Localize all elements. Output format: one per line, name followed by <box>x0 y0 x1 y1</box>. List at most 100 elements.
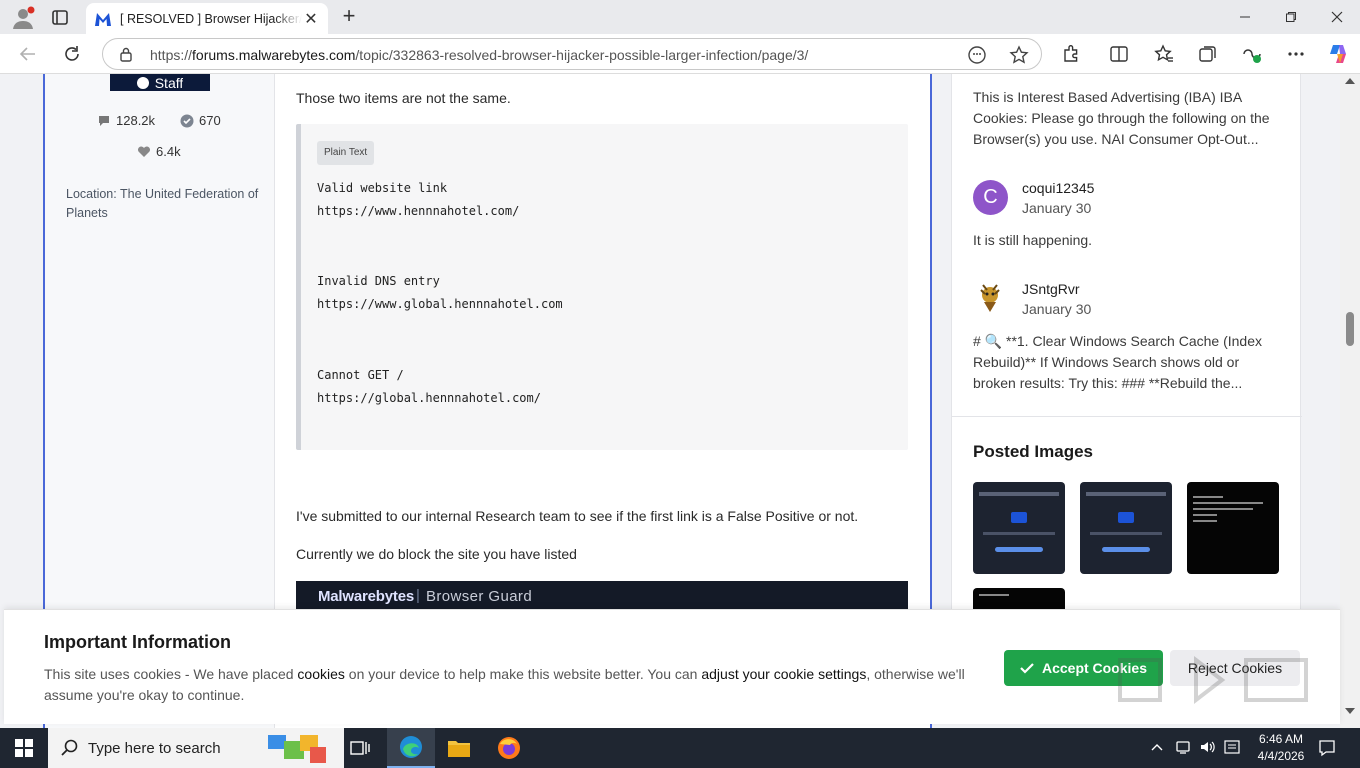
url-prefix: https:// <box>150 47 193 63</box>
divider <box>952 416 1302 417</box>
lock-icon[interactable] <box>119 46 133 62</box>
malwarebytes-logo-icon <box>136 76 149 89</box>
favorite-star-icon[interactable] <box>1009 45 1029 65</box>
favorites-icon[interactable] <box>1148 38 1180 70</box>
firefox-icon[interactable] <box>485 728 533 768</box>
reputation: 6.4k <box>137 144 181 159</box>
collections-icon[interactable] <box>1192 38 1224 70</box>
ime-icon[interactable] <box>1224 739 1242 755</box>
tab-title: [ RESOLVED ] Browser Hijacker/ Possible … <box>120 11 302 26</box>
code-line: https://global.hennnahotel.com/ <box>317 391 541 405</box>
notifications-icon[interactable] <box>1318 739 1336 757</box>
activity-excerpt[interactable]: This is Interest Based Advertising (IBA)… <box>973 87 1283 150</box>
close-window-icon[interactable] <box>1314 0 1360 34</box>
reputation-value: 6.4k <box>156 144 181 159</box>
copilot-icon[interactable] <box>1322 38 1354 70</box>
activity-excerpt[interactable]: It is still happening. <box>973 230 1283 251</box>
extensions-icon[interactable] <box>1055 38 1087 70</box>
staff-badge: Staff <box>110 74 210 91</box>
address-bar[interactable]: https://forums.malwarebytes.com/topic/33… <box>102 38 1042 70</box>
cookie-text-part: This site uses cookies - We have placed <box>44 666 298 682</box>
banner-divider: | <box>416 587 420 604</box>
check-icon <box>1020 663 1034 674</box>
post-date[interactable]: January 30 <box>1022 301 1091 317</box>
tab-actions-icon[interactable] <box>48 7 72 29</box>
task-view-icon[interactable] <box>336 728 384 768</box>
banner-brand: Malwarebytes <box>318 588 414 605</box>
reading-mode-icon[interactable] <box>967 45 987 65</box>
scroll-down-icon[interactable] <box>1345 708 1355 714</box>
split-screen-icon[interactable] <box>1103 38 1135 70</box>
edge-taskbar-icon[interactable] <box>387 728 435 768</box>
posts-count-value: 128.2k <box>116 113 156 128</box>
page-scrollbar[interactable] <box>1340 74 1360 728</box>
sidebar-activity: This is Interest Based Advertising (IBA)… <box>951 74 1302 680</box>
file-explorer-icon[interactable] <box>435 728 483 768</box>
code-block[interactable]: Plain Text Valid website link https://ww… <box>296 124 908 450</box>
clock-time: 6:46 AM <box>1258 732 1304 746</box>
activity-excerpt[interactable]: # 🔍 **1. Clear Windows Search Cache (Ind… <box>973 331 1283 394</box>
cookie-title: Important Information <box>44 632 231 652</box>
username[interactable]: coqui12345 <box>1022 180 1094 196</box>
code-line: Cannot GET / <box>317 368 404 382</box>
staff-badge-label: Staff <box>154 76 184 89</box>
posted-image-thumbnail[interactable] <box>1080 482 1172 574</box>
taskbar-clock[interactable]: 6:46 AM 4/4/2026 <box>1250 731 1312 765</box>
new-tab-icon[interactable]: + <box>338 5 360 28</box>
cookie-banner: Important Information This site uses coo… <box>4 609 1340 724</box>
windows-start-icon[interactable] <box>0 728 48 768</box>
author-location: Location: The United Federation of Plane… <box>66 187 259 220</box>
clock-date: 4/4/2026 <box>1257 749 1305 763</box>
url-path: /topic/332863-resolved-browser-hijacker-… <box>355 47 809 63</box>
minimize-icon[interactable] <box>1222 0 1268 34</box>
refresh-icon[interactable] <box>56 38 88 70</box>
url-text[interactable]: https://forums.malwarebytes.com/topic/33… <box>150 47 808 63</box>
tray-chevron-icon[interactable] <box>1150 740 1164 754</box>
network-status-icon[interactable] <box>1175 739 1191 755</box>
more-menu-icon[interactable] <box>1280 38 1312 70</box>
taskbar-search-box[interactable]: Type here to search <box>48 728 344 768</box>
cookie-settings-link[interactable]: adjust your cookie settings <box>701 666 866 682</box>
post-intro: Those two items are not the same. <box>296 90 511 106</box>
volume-icon[interactable] <box>1199 739 1217 755</box>
cookies-link[interactable]: cookies <box>297 666 344 682</box>
close-tab-icon[interactable]: ✕ <box>302 9 320 29</box>
check-circle-icon <box>180 114 194 127</box>
scroll-up-icon[interactable] <box>1345 78 1355 84</box>
restore-icon[interactable] <box>1268 0 1314 34</box>
code-line: Invalid DNS entry <box>317 274 440 288</box>
solutions-count: 670 <box>180 113 221 128</box>
search-highlights-icon[interactable] <box>266 731 328 765</box>
browser-toolbar: https://forums.malwarebytes.com/topic/33… <box>0 34 1360 74</box>
anyrun-watermark-icon <box>1116 646 1316 716</box>
comment-icon <box>99 116 109 126</box>
code-line: https://www.hennnahotel.com/ <box>317 204 520 218</box>
scroll-thumb[interactable] <box>1346 312 1354 346</box>
banner-product: Browser Guard <box>426 588 533 605</box>
avatar[interactable] <box>973 280 1008 315</box>
cookie-text: This site uses cookies - We have placed … <box>44 664 974 706</box>
posts-count: 128.2k <box>97 113 155 128</box>
solutions-count-value: 670 <box>199 113 221 128</box>
profile-icon[interactable] <box>10 5 36 31</box>
browser-essentials-icon[interactable] <box>1236 38 1268 70</box>
posted-image-thumbnail[interactable] <box>1187 482 1279 574</box>
search-placeholder: Type here to search <box>88 739 221 757</box>
back-icon[interactable] <box>12 38 44 70</box>
code-line: https://www.global.hennnahotel.com <box>317 297 563 311</box>
post-paragraph: I've submitted to our internal Research … <box>296 508 859 524</box>
post-date[interactable]: January 30 <box>1022 200 1091 216</box>
username[interactable]: JSntgRvr <box>1022 281 1080 297</box>
heart-icon <box>137 146 151 157</box>
cookie-text-part: on your device to help make this website… <box>344 666 702 682</box>
malwarebytes-favicon-icon <box>94 11 112 27</box>
posted-images-title: Posted Images <box>973 442 1093 461</box>
code-language-label: Plain Text <box>317 141 375 165</box>
posted-image-thumbnail[interactable] <box>973 482 1065 574</box>
code-line: Valid website link <box>317 181 448 195</box>
post-paragraph: Currently we do block the site you have … <box>296 546 577 562</box>
tab-strip: [ RESOLVED ] Browser Hijacker/ Possible … <box>0 0 1360 34</box>
active-tab[interactable]: [ RESOLVED ] Browser Hijacker/ Possible … <box>86 3 328 34</box>
avatar[interactable]: C <box>973 180 1008 215</box>
search-icon <box>61 739 78 756</box>
